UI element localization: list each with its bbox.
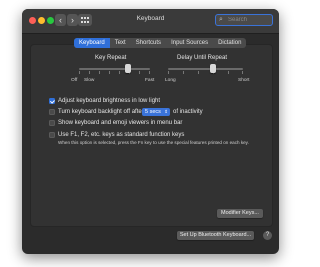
key-repeat-label: Key Repeat <box>95 55 127 61</box>
help-icon[interactable]: ? <box>263 231 272 240</box>
tick <box>228 71 229 74</box>
tick <box>109 71 110 74</box>
delay-until-repeat-slider-knob[interactable] <box>210 64 216 73</box>
tab-input-sources[interactable]: Input Sources <box>166 38 213 48</box>
delay-until-repeat-track[interactable] <box>168 68 243 70</box>
key-repeat-off-label: Off <box>71 78 78 83</box>
chevron-updown-icon: ⇕ <box>164 109 168 114</box>
inactivity-label: of inactivity <box>173 109 203 115</box>
function-keys-checkbox[interactable] <box>49 132 55 138</box>
tick <box>242 71 243 74</box>
backlight-off-label: Turn keyboard backlight off after <box>58 109 144 115</box>
set-up-bluetooth-keyboard-button[interactable]: Set Up Bluetooth Keyboard... <box>177 231 254 240</box>
adjust-brightness-checkbox[interactable] <box>49 98 55 104</box>
tick <box>89 71 90 74</box>
backlight-off-checkbox[interactable] <box>49 109 55 115</box>
tab-dictation[interactable]: Dictation <box>213 38 246 48</box>
tick <box>198 71 199 74</box>
tick <box>99 71 100 74</box>
tick <box>168 71 169 74</box>
keyboard-preferences-window: ‹ › Keyboard ⌕ Key Repeat Off Slow Fast … <box>22 9 279 254</box>
tab-keyboard[interactable]: Keyboard <box>74 38 110 48</box>
tick <box>149 71 150 74</box>
tick <box>119 71 120 74</box>
delay-long-label: Long <box>165 78 176 83</box>
key-repeat-slider-knob[interactable] <box>124 64 131 73</box>
tab-text[interactable]: Text <box>110 38 131 48</box>
show-viewers-label: Show keyboard and emoji viewers in menu … <box>58 120 183 126</box>
adjust-brightness-label: Adjust keyboard brightness in low light <box>58 98 161 104</box>
title-bar: ‹ › Keyboard ⌕ <box>22 9 279 34</box>
tick <box>183 71 184 74</box>
search-icon: ⌕ <box>219 16 223 23</box>
key-repeat-slow-label: Slow <box>84 78 95 83</box>
backlight-timeout-select[interactable]: 5 secs ⇕ <box>142 108 170 116</box>
modifier-keys-button[interactable]: Modifier Keys... <box>217 209 263 218</box>
search-input[interactable] <box>228 16 270 24</box>
tab-shortcuts[interactable]: Shortcuts <box>131 38 166 48</box>
function-keys-label: Use F1, F2, etc. keys as standard functi… <box>58 132 185 138</box>
key-repeat-fast-label: Fast <box>145 78 155 83</box>
delay-short-label: Short <box>238 78 250 83</box>
tick <box>139 71 140 74</box>
delay-until-repeat-label: Delay Until Repeat <box>177 55 228 61</box>
backlight-timeout-value: 5 secs <box>145 109 161 115</box>
function-keys-note: When this option is selected, press the … <box>58 140 249 145</box>
tick <box>79 71 80 74</box>
show-viewers-checkbox[interactable] <box>49 120 55 126</box>
tab-bar: Keyboard Text Shortcuts Input Sources Di… <box>74 38 247 48</box>
keyboard-settings-panel: Key Repeat Off Slow Fast Delay Until Rep… <box>30 44 273 227</box>
search-field[interactable]: ⌕ <box>215 14 273 26</box>
key-repeat-track[interactable] <box>79 68 150 70</box>
